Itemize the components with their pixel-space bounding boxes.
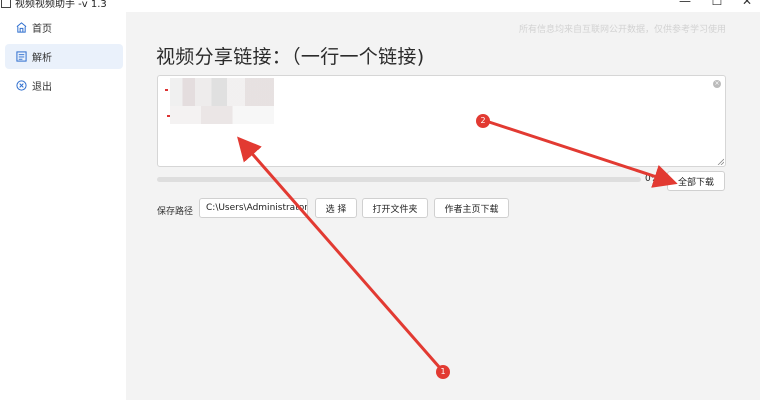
sidebar-item-label: 解析: [32, 53, 52, 64]
app-icon: [1, 0, 11, 8]
redacted-content-lower: [170, 106, 274, 124]
sidebar-item-exit[interactable]: 退出: [5, 73, 123, 98]
parse-icon: [14, 50, 28, 64]
choose-button[interactable]: 选 择: [315, 198, 357, 218]
annotation-marker-2: 2: [476, 114, 490, 128]
sidebar: 首页 解析 退出: [0, 12, 126, 400]
open-folder-button[interactable]: 打开文件夹: [362, 198, 428, 218]
minimize-button[interactable]: —: [670, 0, 700, 9]
sidebar-item-label: 首页: [32, 24, 52, 35]
home-icon: [14, 21, 28, 35]
save-path-field[interactable]: C:\Users\Administrator\: [199, 198, 308, 218]
progress-percent: 0%: [645, 174, 660, 184]
exit-icon: [14, 79, 28, 93]
close-button[interactable]: ✕: [732, 0, 760, 9]
download-all-button[interactable]: 全部下载: [667, 171, 725, 191]
main-panel: 所有信息均来自互联网公开数据，仅供参考学习使用 视频分享链接：（一行一个链接) …: [126, 12, 760, 400]
title-bar: 视频视频助手 -v 1.3 — ☐ ✕: [0, 0, 760, 12]
text-fragment-mark: [165, 89, 168, 91]
window-title: 视频视频助手 -v 1.3: [15, 0, 107, 10]
text-fragment-mark: [167, 115, 170, 117]
progress-bar: [157, 177, 641, 182]
sidebar-item-parse[interactable]: 解析: [5, 44, 123, 69]
disclaimer-watermark: 所有信息均来自互联网公开数据，仅供参考学习使用: [518, 25, 726, 35]
annotation-marker-1: 1: [436, 365, 450, 379]
author-download-button[interactable]: 作者主页下载: [434, 198, 509, 218]
sidebar-item-home[interactable]: 首页: [5, 15, 123, 40]
maximize-button[interactable]: ☐: [702, 0, 732, 9]
page-title: 视频分享链接：（一行一个链接): [156, 46, 425, 68]
clear-icon[interactable]: ×: [713, 80, 721, 88]
sidebar-item-label: 退出: [32, 82, 52, 93]
resize-grip-icon[interactable]: [717, 158, 724, 165]
link-input-textarea[interactable]: ×: [157, 75, 726, 167]
save-path-label: 保存路径: [157, 207, 194, 217]
